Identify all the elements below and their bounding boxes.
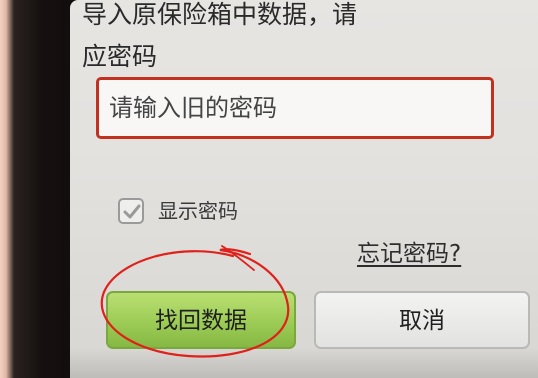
show-password-label: 显示密码: [158, 199, 238, 223]
dialog-message-line-2: 应密码: [82, 42, 158, 71]
checkmark-icon: [123, 204, 141, 219]
cancel-button[interactable]: 取消: [314, 291, 530, 349]
recover-data-label: 找回数据: [155, 308, 247, 334]
password-placeholder: 请输入旧的密码: [109, 94, 277, 122]
show-password-checkbox[interactable]: [118, 198, 144, 224]
forgot-password-link[interactable]: 忘记密码?: [357, 238, 461, 270]
old-password-input[interactable]: 请输入旧的密码: [96, 77, 494, 139]
recover-data-button[interactable]: 找回数据: [106, 291, 296, 349]
cancel-label: 取消: [399, 308, 445, 334]
dialog-panel: 导入原保险箱中数据，请 应密码 请输入旧的密码 显示密码 忘记密码? 找回数据 …: [70, 0, 538, 378]
dialog-message-line-1: 导入原保险箱中数据，请: [82, 0, 358, 29]
